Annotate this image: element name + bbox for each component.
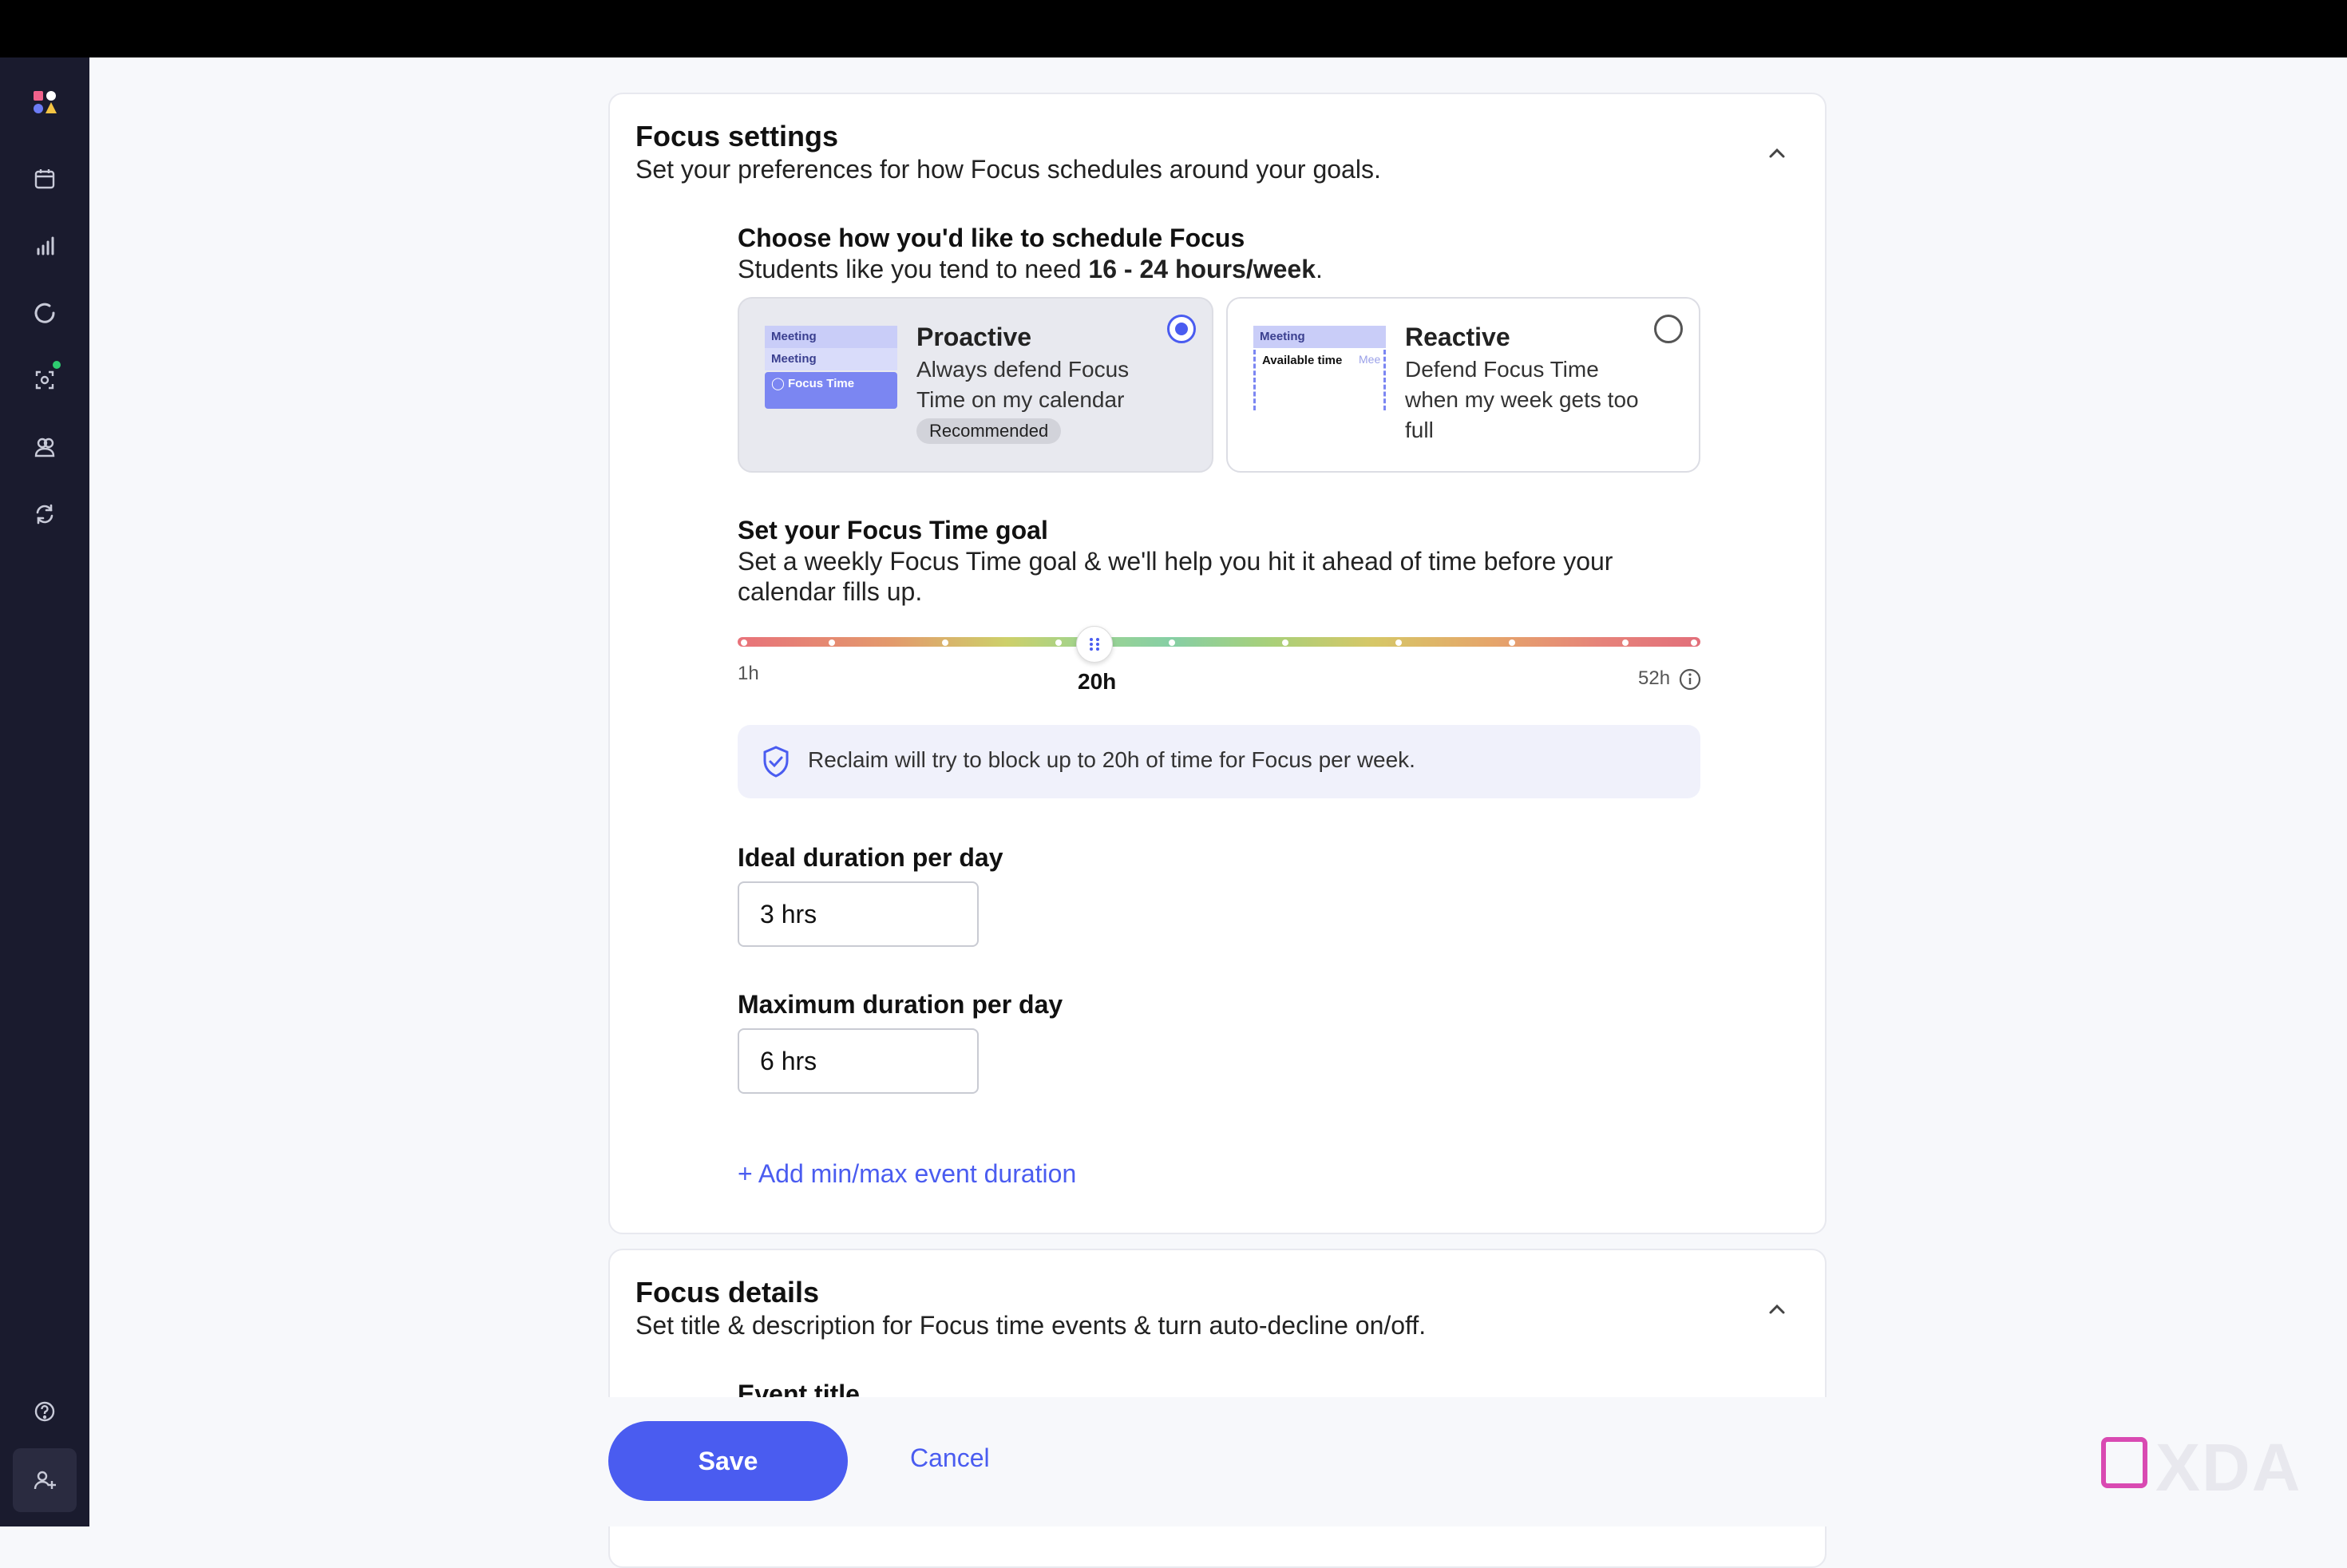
slider-tick	[1282, 639, 1288, 646]
team-icon[interactable]	[26, 428, 64, 466]
reactive-preview: Meeting Available time Mee	[1253, 326, 1386, 412]
slider-tick	[1691, 639, 1697, 646]
ideal-duration-label: Ideal duration per day	[738, 843, 1003, 872]
collapse-chevron-icon[interactable]	[1761, 137, 1793, 169]
cancel-button[interactable]: Cancel	[910, 1443, 990, 1473]
app-logo-icon[interactable]	[26, 83, 64, 121]
schedule-hint: Students like you tend to need 16 - 24 h…	[738, 255, 1323, 283]
help-icon[interactable]	[26, 1392, 64, 1431]
reactive-radio[interactable]	[1654, 315, 1683, 343]
slider-min-label: 1h	[738, 663, 759, 684]
xda-logo-icon	[2101, 1437, 2147, 1488]
slider-tick	[741, 639, 747, 646]
reactive-option[interactable]: Meeting Available time Mee Reactive Defe…	[1226, 297, 1700, 473]
slider-handle[interactable]	[1076, 626, 1113, 663]
reactive-title: Reactive	[1405, 323, 1510, 351]
proactive-preview: Meeting Meeting ◯ Focus Time	[765, 326, 897, 412]
collapse-chevron-icon[interactable]	[1761, 1293, 1793, 1325]
slider-tick	[1509, 639, 1515, 646]
slider-tick	[1055, 639, 1062, 646]
focus-details-subtitle: Set title & description for Focus time e…	[635, 1311, 1427, 1340]
slider-tick	[1169, 639, 1175, 646]
stats-icon[interactable]	[26, 227, 64, 265]
goal-text: Set a weekly Focus Time goal & we'll hel…	[738, 547, 1613, 606]
recommended-badge: Recommended	[916, 418, 1062, 444]
schedule-title: Choose how you'd like to schedule Focus	[738, 224, 1245, 252]
proactive-option[interactable]: Meeting Meeting ◯ Focus Time Proactive A…	[738, 297, 1213, 473]
max-duration-label: Maximum duration per day	[738, 990, 1063, 1019]
xda-watermark: XDA	[2155, 1430, 2302, 1505]
slider-tick	[829, 639, 835, 646]
max-duration-field[interactable]: 6 hrs	[738, 1028, 979, 1094]
top-bar	[0, 0, 2347, 57]
focus-active-dot	[53, 361, 61, 369]
focus-settings-subtitle: Set your preferences for how Focus sched…	[635, 155, 1381, 184]
ideal-duration-field[interactable]: 3 hrs	[738, 881, 979, 947]
focus-details-title: Focus details	[635, 1276, 820, 1309]
sidebar	[0, 57, 89, 1526]
preview-meeting-partial: Mee	[1359, 353, 1381, 366]
reactive-desc: Defend Focus Time when my week gets too …	[1405, 357, 1639, 442]
slider-max-label: 52h	[1638, 667, 1671, 689]
slider-tick	[1622, 639, 1629, 646]
proactive-title: Proactive	[916, 323, 1032, 351]
preview-meeting: Meeting	[765, 326, 897, 348]
focus-settings-card: Focus settings Set your preferences for …	[608, 93, 1827, 1234]
goal-title: Set your Focus Time goal	[738, 516, 1048, 544]
shield-check-icon	[763, 746, 789, 778]
proactive-radio[interactable]	[1167, 315, 1196, 343]
slider-tick	[1395, 639, 1402, 646]
add-event-duration-link[interactable]: + Add min/max event duration	[738, 1159, 1076, 1189]
focus-info-text: Reclaim will try to block up to 20h of t…	[808, 747, 1415, 772]
slider-tick	[942, 639, 948, 646]
sync-icon[interactable]	[26, 495, 64, 533]
focus-settings-title: Focus settings	[635, 120, 839, 152]
shield-icon: ◯	[771, 377, 785, 390]
save-button[interactable]: Save	[608, 1421, 848, 1501]
add-user-icon[interactable]	[13, 1448, 77, 1512]
drag-handle-icon	[1090, 638, 1099, 651]
preview-focus-time: ◯ Focus Time	[765, 372, 897, 409]
calendar-icon[interactable]	[26, 160, 64, 198]
focus-goal-slider[interactable]	[738, 637, 1700, 647]
preview-meeting: Meeting	[765, 348, 897, 370]
slider-value-label: 20h	[1078, 669, 1117, 694]
info-icon[interactable]	[1678, 667, 1702, 691]
proactive-desc: Always defend Focus Time on my calendar	[916, 357, 1130, 412]
preview-meeting: Meeting	[1253, 326, 1386, 348]
focus-info-box: Reclaim will try to block up to 20h of t…	[738, 725, 1700, 798]
habits-icon[interactable]	[26, 294, 64, 332]
